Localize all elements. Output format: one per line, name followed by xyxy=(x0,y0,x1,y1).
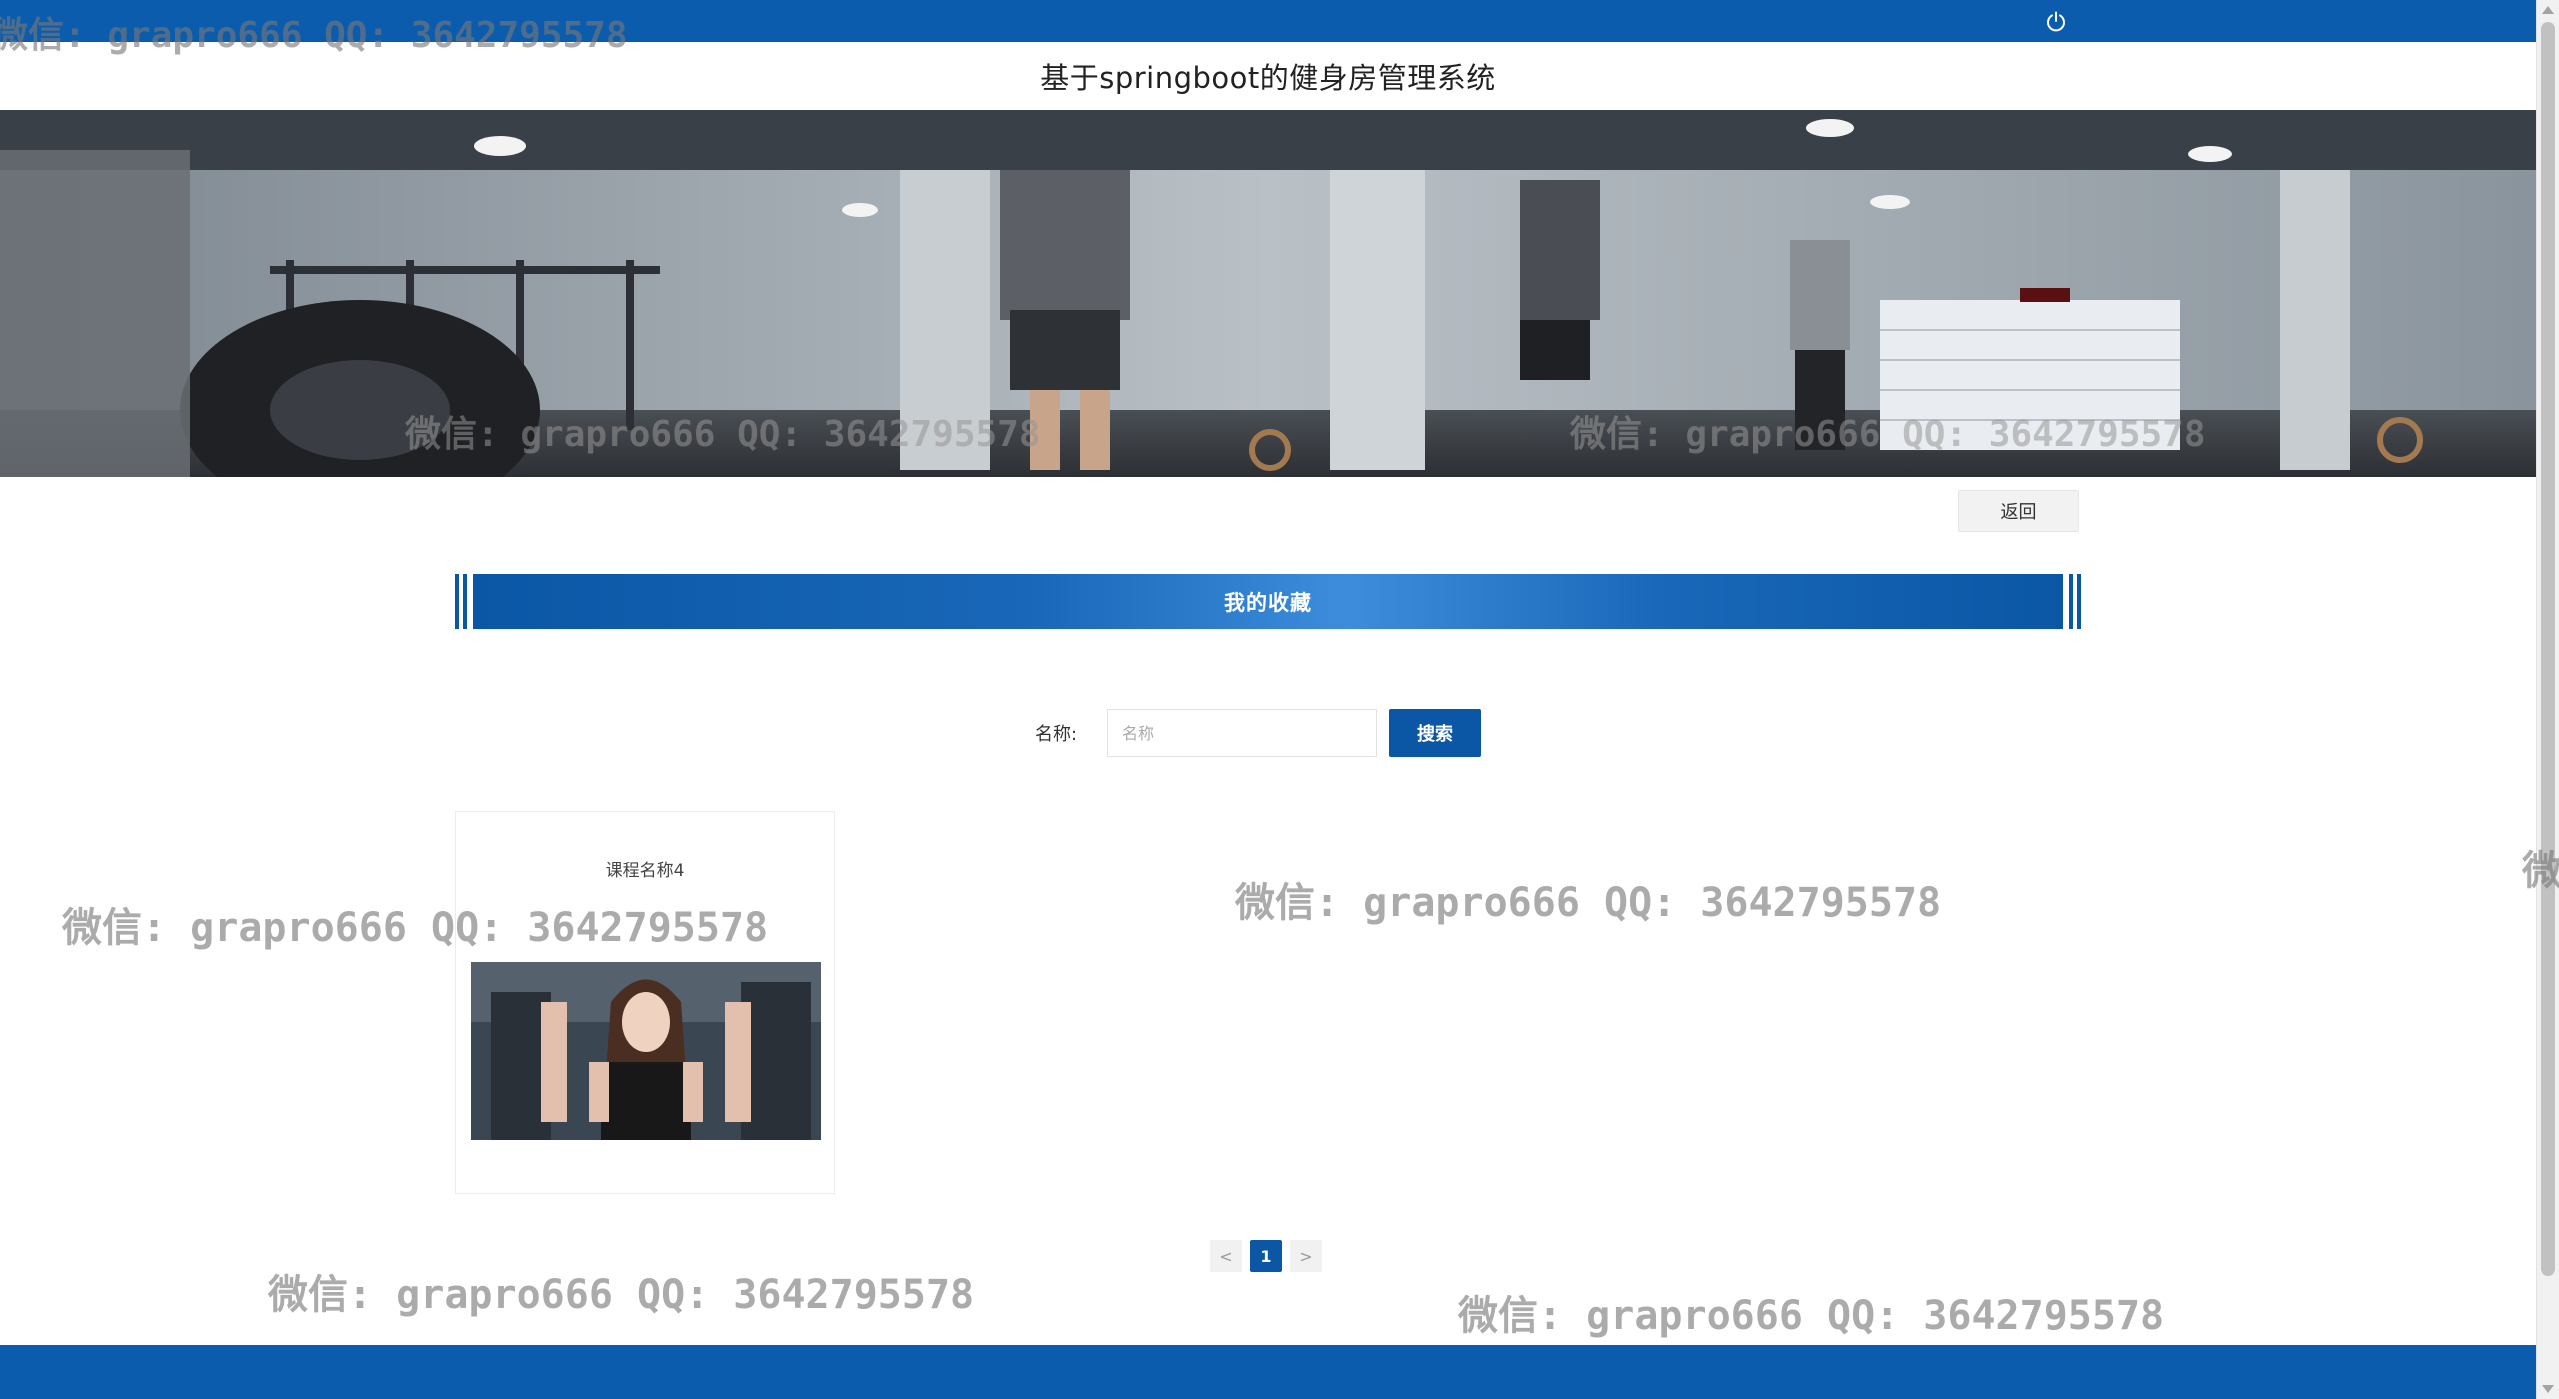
search-button[interactable]: 搜索 xyxy=(1389,709,1481,757)
back-button[interactable]: 返回 xyxy=(1958,490,2079,532)
section-header-bar: 我的收藏 xyxy=(455,574,2081,629)
search-input[interactable] xyxy=(1107,709,1377,757)
scroll-thumb[interactable] xyxy=(2541,22,2555,1276)
watermark-text: 微信: grapro666 QQ: 3642795578 xyxy=(1458,1293,2165,1339)
search-form: 名称: 搜索 xyxy=(1035,708,1481,758)
favorite-card[interactable]: 课程名称4 xyxy=(455,811,835,1194)
search-label: 名称: xyxy=(1035,724,1078,745)
scroll-up-icon[interactable] xyxy=(2542,6,2554,14)
footer-bar xyxy=(0,1345,2536,1399)
top-bar xyxy=(0,0,2536,42)
watermark-text: 微信: grapro666 QQ: 3642795578 xyxy=(1235,880,1942,926)
page-scrollbar[interactable] xyxy=(2536,0,2559,1399)
pagination-next-button[interactable]: > xyxy=(1290,1240,1322,1272)
page: 基于springboot的健身房管理系统 返回 我的收藏 名称: 名称 搜索 课… xyxy=(0,0,2559,1399)
watermark-text: 微信: grapro666 QQ: 3642795578 xyxy=(268,1272,975,1318)
card-image[interactable] xyxy=(471,962,821,1140)
title-bar: 基于springboot的健身房管理系统 xyxy=(0,42,2536,110)
pagination-prev-button[interactable]: < xyxy=(1210,1240,1242,1272)
section-title: 我的收藏 xyxy=(1224,590,1312,615)
site-title: 基于springboot的健身房管理系统 xyxy=(1040,61,1496,95)
card-title: 课程名称4 xyxy=(605,861,685,881)
banner-image xyxy=(0,110,2536,477)
pagination-page-1[interactable]: 1 xyxy=(1250,1240,1282,1272)
pagination: < 1 > xyxy=(1210,1240,1322,1272)
scroll-down-icon[interactable] xyxy=(2542,1385,2554,1393)
power-icon[interactable] xyxy=(2044,10,2068,34)
